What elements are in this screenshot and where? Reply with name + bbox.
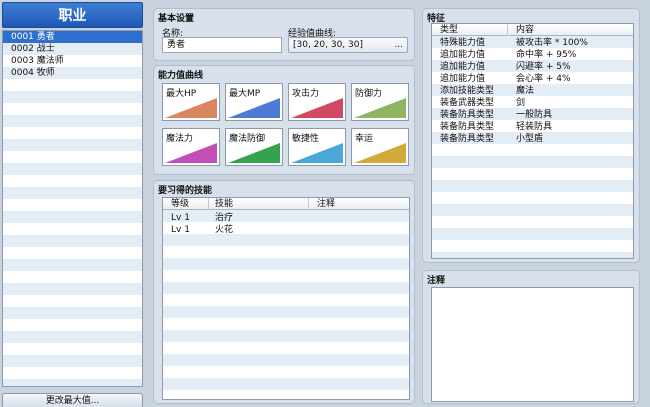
note-textarea[interactable] <box>431 287 634 402</box>
trait-content: 被攻击率 * 100% <box>516 38 588 48</box>
skill-name: 治疗 <box>215 213 234 223</box>
class-list[interactable]: 0001 勇者 0002 战士 0003 魔法师 0004 牧师 <box>2 30 143 387</box>
table-row[interactable]: 装备武器类型 剑 <box>432 97 633 109</box>
trait-type: 追加能力值 <box>440 62 486 72</box>
curve-graph-icon <box>228 143 280 163</box>
curve-agility[interactable]: 敏捷性 <box>288 128 346 166</box>
trait-content: 会心率 + 4% <box>516 74 571 84</box>
class-list-item[interactable]: 0001 勇者 <box>3 31 142 43</box>
trait-type: 装备防具类型 <box>440 134 495 144</box>
table-row[interactable]: 追加能力值 会心率 + 4% <box>432 73 633 85</box>
trait-type: 装备武器类型 <box>440 98 495 108</box>
trait-type: 特殊能力值 <box>440 38 486 48</box>
column-header-level[interactable]: 等级 <box>163 198 209 210</box>
table-row[interactable]: Lv 1 火花 <box>163 224 409 236</box>
trait-type: 追加能力值 <box>440 74 486 84</box>
curve-graph-icon <box>165 98 217 118</box>
trait-type: 添加技能类型 <box>440 86 495 96</box>
param-curves-group: 能力值曲线 最大HP 最大MP 攻击力 防御力 魔法力 魔法防御 敏捷性 幸运 <box>153 65 415 175</box>
curve-luck[interactable]: 幸运 <box>351 128 409 166</box>
note-title: 注释 <box>427 276 446 286</box>
name-input[interactable]: 勇者 <box>162 37 282 53</box>
table-row[interactable]: 追加能力值 命中率 + 95% <box>432 49 633 61</box>
skills-title: 要习得的技能 <box>158 186 213 196</box>
skills-group: 要习得的技能 等级 技能 注释 Lv 1 治疗 Lv 1 火花 <box>153 180 415 404</box>
table-row[interactable]: 装备防具类型 轻装防具 <box>432 121 633 133</box>
table-row[interactable]: Lv 1 治疗 <box>163 212 409 224</box>
curve-max-hp[interactable]: 最大HP <box>162 83 220 121</box>
skill-level: Lv 1 <box>171 213 190 223</box>
trait-content: 轻装防具 <box>516 122 553 132</box>
basic-settings-title: 基本设置 <box>158 14 195 24</box>
trait-type: 追加能力值 <box>440 50 486 60</box>
trait-content: 一般防具 <box>516 110 553 120</box>
curve-max-mp[interactable]: 最大MP <box>225 83 283 121</box>
skill-level: Lv 1 <box>171 225 190 235</box>
curve-graph-icon <box>291 143 343 163</box>
table-row[interactable]: 追加能力值 闪避率 + 5% <box>432 61 633 73</box>
class-list-item[interactable]: 0004 牧师 <box>3 67 142 79</box>
class-list-item[interactable]: 0003 魔法师 <box>3 55 142 67</box>
skill-name: 火花 <box>215 225 234 235</box>
curve-attack[interactable]: 攻击力 <box>288 83 346 121</box>
traits-table-header: 类型 内容 <box>432 24 633 36</box>
traits-group: 特征 类型 内容 特殊能力值 被攻击率 * 100% 追加能力值 命中率 + 9… <box>422 8 640 263</box>
exp-curve-field[interactable]: [30, 20, 30, 30] ... <box>288 37 408 53</box>
curve-magic-attack[interactable]: 魔法力 <box>162 128 220 166</box>
trait-content: 闪避率 + 5% <box>516 62 571 72</box>
column-header-skill[interactable]: 技能 <box>209 198 309 210</box>
curve-graph-icon <box>165 143 217 163</box>
table-row[interactable]: 装备防具类型 一般防具 <box>432 109 633 121</box>
note-group: 注释 <box>422 270 640 404</box>
table-row[interactable]: 添加技能类型 魔法 <box>432 85 633 97</box>
curve-graph-icon <box>228 98 280 118</box>
column-header-note[interactable]: 注释 <box>309 198 409 210</box>
table-row[interactable]: 装备防具类型 小型盾 <box>432 133 633 145</box>
trait-content: 小型盾 <box>516 134 544 144</box>
skills-table[interactable]: 等级 技能 注释 Lv 1 治疗 Lv 1 火花 <box>162 197 410 400</box>
change-max-button[interactable]: 更改最大值... <box>2 393 143 407</box>
skills-table-header: 等级 技能 注释 <box>163 198 409 210</box>
class-list-item[interactable]: 0002 战士 <box>3 43 142 55</box>
column-header-content[interactable]: 内容 <box>508 24 633 36</box>
basic-settings-group: 基本设置 名称: 勇者 经验值曲线: [30, 20, 30, 30] ... <box>153 8 415 61</box>
traits-table[interactable]: 类型 内容 特殊能力值 被攻击率 * 100% 追加能力值 命中率 + 95% … <box>431 23 634 259</box>
column-header-type[interactable]: 类型 <box>432 24 508 36</box>
class-list-panel: 职业 0001 勇者 0002 战士 0003 魔法师 0004 牧师 更改最大… <box>0 0 146 407</box>
trait-content: 剑 <box>516 98 526 108</box>
param-curves-title: 能力值曲线 <box>158 71 204 81</box>
trait-content: 命中率 + 95% <box>516 50 577 60</box>
trait-type: 装备防具类型 <box>440 122 495 132</box>
class-list-title: 职业 <box>2 2 143 28</box>
curve-graph-icon <box>291 98 343 118</box>
exp-curve-button[interactable]: ... <box>394 38 403 52</box>
exp-curve-value: [30, 20, 30, 30] <box>293 40 363 50</box>
table-row[interactable]: 特殊能力值 被攻击率 * 100% <box>432 37 633 49</box>
trait-content: 魔法 <box>516 86 535 96</box>
curve-graph-icon <box>354 98 406 118</box>
trait-type: 装备防具类型 <box>440 110 495 120</box>
curve-magic-defense[interactable]: 魔法防御 <box>225 128 283 166</box>
curve-graph-icon <box>354 143 406 163</box>
curve-defense[interactable]: 防御力 <box>351 83 409 121</box>
